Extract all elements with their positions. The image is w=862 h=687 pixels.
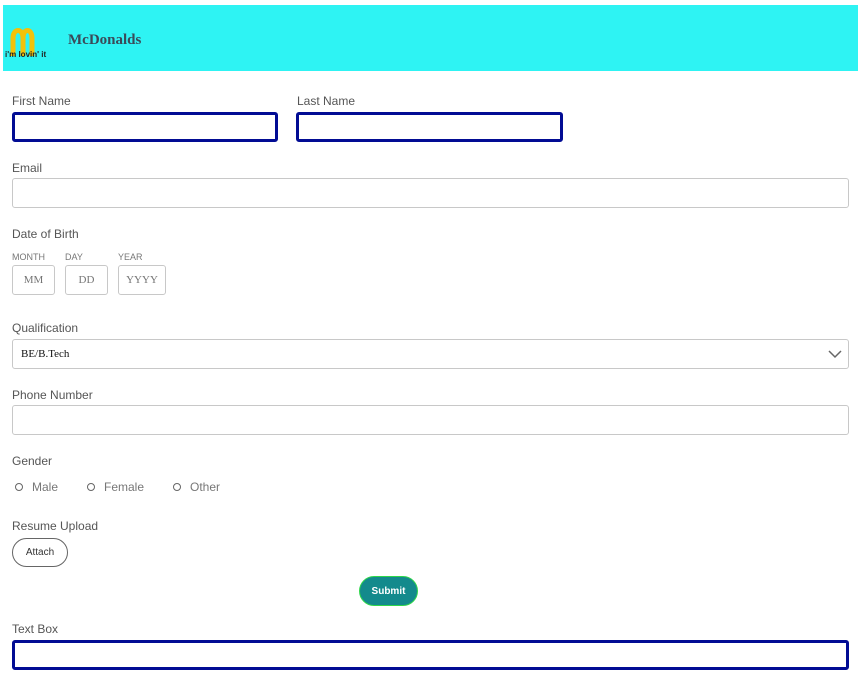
dob-month-label: MONTH: [12, 252, 45, 262]
phone-label: Phone Number: [12, 388, 93, 402]
logo-tagline: i'm lovin' it: [5, 50, 47, 59]
gender-radio-other[interactable]: Other: [173, 480, 220, 494]
first-name-label: First Name: [12, 94, 71, 108]
text-box-input[interactable]: [12, 640, 849, 670]
gender-option-label: Male: [32, 480, 59, 494]
radio-circle-icon[interactable]: [173, 483, 181, 491]
dob-day-input[interactable]: [65, 265, 108, 295]
qualification-selected-value: BE/B.Tech: [21, 348, 70, 360]
phone-input[interactable]: [12, 405, 849, 435]
text-box-label: Text Box: [12, 622, 59, 636]
last-name-input[interactable]: [296, 112, 563, 142]
dob-year-label: YEAR: [118, 252, 143, 262]
gender-option-label: Other: [190, 480, 221, 494]
first-name-input[interactable]: [12, 112, 278, 142]
dob-label: Date of Birth: [12, 227, 79, 241]
gender-radio-male[interactable]: Male: [15, 480, 58, 494]
dob-month-input[interactable]: [12, 265, 55, 295]
qualification-select[interactable]: BE/B.Tech: [12, 339, 849, 369]
submit-button[interactable]: Submit: [359, 576, 418, 606]
dob-year-input[interactable]: [118, 265, 166, 295]
gender-option-label: Female: [104, 480, 145, 494]
email-label: Email: [12, 161, 43, 175]
radio-circle-icon[interactable]: [15, 483, 23, 491]
resume-label: Resume Upload: [12, 519, 99, 533]
email-input[interactable]: [12, 178, 849, 208]
header-bar: i'm lovin' it McDonalds: [3, 5, 858, 71]
chevron-down-icon: [828, 350, 842, 359]
last-name-label: Last Name: [297, 94, 356, 108]
dob-day-label: DAY: [65, 252, 83, 262]
radio-circle-icon[interactable]: [87, 483, 95, 491]
gender-label: Gender: [12, 454, 53, 468]
attach-button[interactable]: Attach: [12, 538, 68, 567]
qualification-label: Qualification: [12, 321, 79, 335]
brand-name: McDonalds: [68, 32, 142, 48]
gender-radio-female[interactable]: Female: [87, 480, 144, 494]
